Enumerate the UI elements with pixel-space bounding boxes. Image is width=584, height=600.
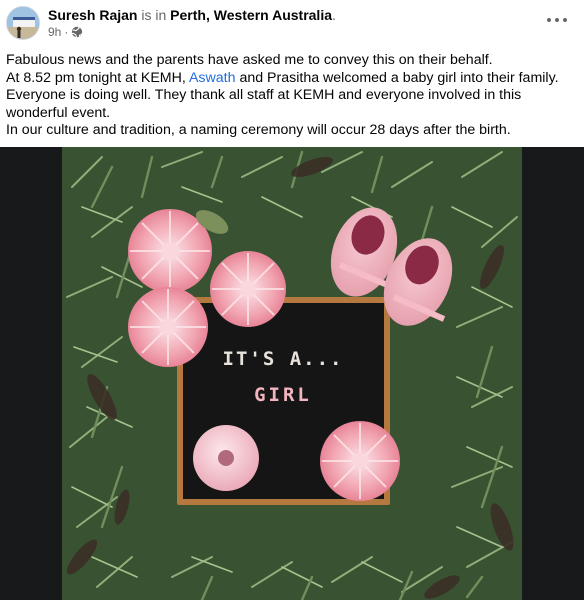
meta-separator: · xyxy=(64,25,69,39)
pink-flower-3 xyxy=(128,287,208,367)
post-meta: 9h · xyxy=(48,25,83,39)
post-message: Fabulous news and the parents have asked… xyxy=(6,52,576,140)
more-horizontal-icon xyxy=(547,18,551,22)
message-line-3: Everyone is doing well. They thank all s… xyxy=(6,87,522,121)
board-line-1: IT'S A... xyxy=(223,348,344,370)
post-photo[interactable]: IT'S A... GIRL xyxy=(62,147,522,600)
globe-icon[interactable] xyxy=(71,26,83,38)
author-line: Suresh Rajan is in Perth, Western Austra… xyxy=(48,7,336,24)
message-line-2: At 8.52 pm tonight at KEMH, Aswath and P… xyxy=(6,70,576,88)
pink-flower-2 xyxy=(210,251,286,327)
author-name[interactable]: Suresh Rajan xyxy=(48,7,137,23)
mention-link[interactable]: Aswath xyxy=(189,70,236,86)
location-period: . xyxy=(332,7,336,23)
more-horizontal-icon-dot xyxy=(563,18,567,22)
message-line-2-after: and Prasitha welcomed a baby girl into t… xyxy=(235,69,559,86)
post-header: Suresh Rajan is in Perth, Western Austra… xyxy=(0,0,584,44)
location-link[interactable]: Perth, Western Australia xyxy=(170,7,332,23)
is-in-text: is in xyxy=(141,7,167,23)
pink-flower-4 xyxy=(320,421,400,501)
more-horizontal-icon-dot xyxy=(555,18,559,22)
message-line-2-before: At 8.52 pm tonight at KEMH, xyxy=(6,69,189,86)
baby-announcement-photo: IT'S A... GIRL xyxy=(62,147,522,600)
post-time[interactable]: 9h xyxy=(48,25,61,39)
message-line-4: In our culture and tradition, a naming c… xyxy=(6,122,511,138)
avatar-photo xyxy=(7,7,39,39)
more-options-button[interactable] xyxy=(546,10,568,30)
post-media: IT'S A... GIRL xyxy=(0,147,584,600)
author-avatar[interactable] xyxy=(6,6,40,40)
message-line-1: Fabulous news and the parents have asked… xyxy=(6,52,493,68)
board-line-2: GIRL xyxy=(254,384,312,406)
pink-donut xyxy=(193,425,259,491)
